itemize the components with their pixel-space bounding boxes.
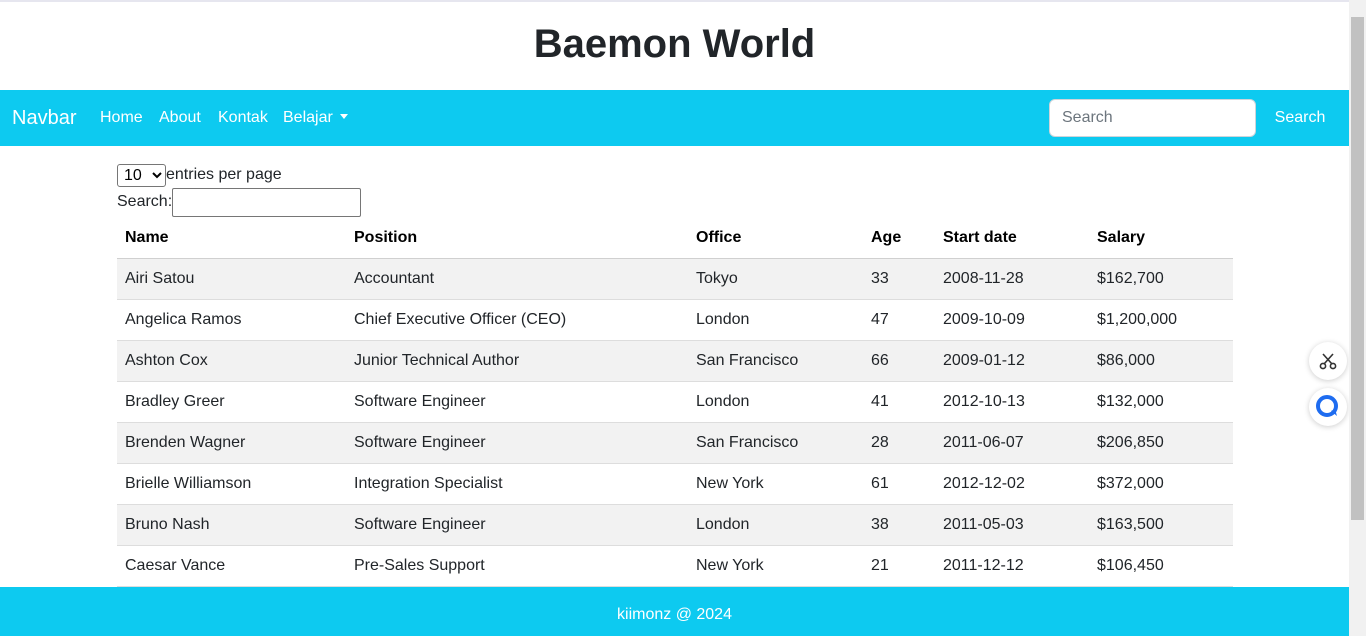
table-row: Brielle Williamson Integration Specialis…: [117, 463, 1233, 505]
chat-button[interactable]: [1309, 388, 1347, 426]
cell-office: New York: [688, 545, 863, 587]
nav-dropdown-belajar[interactable]: Belajar: [283, 108, 348, 128]
cell-office: London: [688, 299, 863, 341]
cell-salary: $132,000: [1089, 381, 1233, 423]
cell-start-date: 2011-06-07: [935, 422, 1089, 464]
cell-name: Angelica Ramos: [117, 299, 346, 341]
column-header-salary[interactable]: Salary: [1089, 218, 1233, 259]
cell-age: 28: [863, 422, 935, 464]
nav-link-about[interactable]: About: [159, 108, 201, 128]
navbar-brand[interactable]: Navbar: [12, 105, 76, 131]
entries-per-page-row: 10 entries per page: [117, 163, 361, 187]
cell-salary: $206,850: [1089, 422, 1233, 464]
table-search-input[interactable]: [172, 187, 362, 217]
cell-position: Software Engineer: [346, 422, 688, 464]
cell-position: Chief Executive Officer (CEO): [346, 299, 688, 341]
cell-start-date: 2012-12-02: [935, 463, 1089, 505]
cell-age: 41: [863, 381, 935, 423]
cell-salary: $162,700: [1089, 258, 1233, 300]
nav-link-kontak[interactable]: Kontak: [218, 108, 268, 128]
scrollbar-thumb[interactable]: [1351, 17, 1364, 520]
cell-age: 47: [863, 299, 935, 341]
column-header-name[interactable]: Name: [117, 218, 346, 259]
table-header-row: Name Position Office Age Start date Sala…: [117, 218, 1233, 259]
cell-start-date: 2011-12-12: [935, 545, 1089, 587]
cell-position: Integration Specialist: [346, 463, 688, 505]
nav-link-home[interactable]: Home: [100, 108, 143, 128]
chat-icon: [1316, 395, 1338, 417]
cell-name: Caesar Vance: [117, 545, 346, 587]
cell-name: Bruno Nash: [117, 504, 346, 546]
cell-salary: $163,500: [1089, 504, 1233, 546]
vertical-scrollbar[interactable]: [1349, 0, 1366, 636]
cell-salary: $1,200,000: [1089, 299, 1233, 341]
cell-name: Brielle Williamson: [117, 463, 346, 505]
cell-age: 61: [863, 463, 935, 505]
cell-position: Accountant: [346, 258, 688, 300]
top-border: [0, 0, 1349, 2]
cell-office: London: [688, 504, 863, 546]
column-header-position[interactable]: Position: [346, 218, 688, 259]
column-header-age[interactable]: Age: [863, 218, 935, 259]
footer-text: kiimonz @ 2024: [617, 606, 732, 623]
table-row: Caesar Vance Pre-Sales Support New York …: [117, 545, 1233, 587]
entries-per-page-label: entries per page: [166, 166, 282, 183]
page-title: Baemon World: [533, 22, 816, 66]
cell-position: Junior Technical Author: [346, 340, 688, 382]
column-header-start-date[interactable]: Start date: [935, 218, 1089, 259]
table-row: Ashton Cox Junior Technical Author San F…: [117, 340, 1233, 382]
caret-down-icon: [339, 114, 348, 119]
cell-name: Ashton Cox: [117, 340, 346, 382]
cell-position: Pre-Sales Support: [346, 545, 688, 587]
footer: kiimonz @ 2024: [0, 587, 1349, 636]
cell-salary: $372,000: [1089, 463, 1233, 505]
cell-position: Software Engineer: [346, 381, 688, 423]
table-search-label: Search:: [117, 193, 173, 210]
table-row: Brenden Wagner Software Engineer San Fra…: [117, 422, 1233, 464]
data-table: Name Position Office Age Start date Sala…: [117, 218, 1233, 587]
cell-start-date: 2012-10-13: [935, 381, 1089, 423]
cell-salary: $86,000: [1089, 340, 1233, 382]
cell-office: London: [688, 381, 863, 423]
cell-name: Bradley Greer: [117, 381, 346, 423]
cell-office: San Francisco: [688, 422, 863, 464]
navbar-search-button[interactable]: Search: [1264, 99, 1336, 137]
table-row: Angelica Ramos Chief Executive Officer (…: [117, 299, 1233, 341]
cell-office: Tokyo: [688, 258, 863, 300]
cell-name: Brenden Wagner: [117, 422, 346, 464]
table-row: Airi Satou Accountant Tokyo 33 2008-11-2…: [117, 258, 1233, 300]
table-row: Bradley Greer Software Engineer London 4…: [117, 381, 1233, 423]
navbar-search-input[interactable]: [1049, 99, 1256, 137]
cell-start-date: 2008-11-28: [935, 258, 1089, 300]
nav-dropdown-belajar-label: Belajar: [283, 109, 333, 126]
cell-age: 21: [863, 545, 935, 587]
cell-office: New York: [688, 463, 863, 505]
cell-age: 66: [863, 340, 935, 382]
entries-per-page-select[interactable]: 10: [117, 163, 166, 187]
cell-age: 38: [863, 504, 935, 546]
table-search-row: Search:: [117, 187, 362, 217]
cell-office: San Francisco: [688, 340, 863, 382]
scissors-button[interactable]: [1309, 342, 1347, 380]
datatable-controls: 10 entries per page Search:: [117, 163, 362, 217]
table-row: Bruno Nash Software Engineer London 38 2…: [117, 504, 1233, 546]
cell-position: Software Engineer: [346, 504, 688, 546]
cell-start-date: 2009-10-09: [935, 299, 1089, 341]
cell-start-date: 2011-05-03: [935, 504, 1089, 546]
cell-name: Airi Satou: [117, 258, 346, 300]
cell-salary: $106,450: [1089, 545, 1233, 587]
column-header-office[interactable]: Office: [688, 218, 863, 259]
scissors-icon: [1319, 353, 1337, 370]
cell-start-date: 2009-01-12: [935, 340, 1089, 382]
cell-age: 33: [863, 258, 935, 300]
